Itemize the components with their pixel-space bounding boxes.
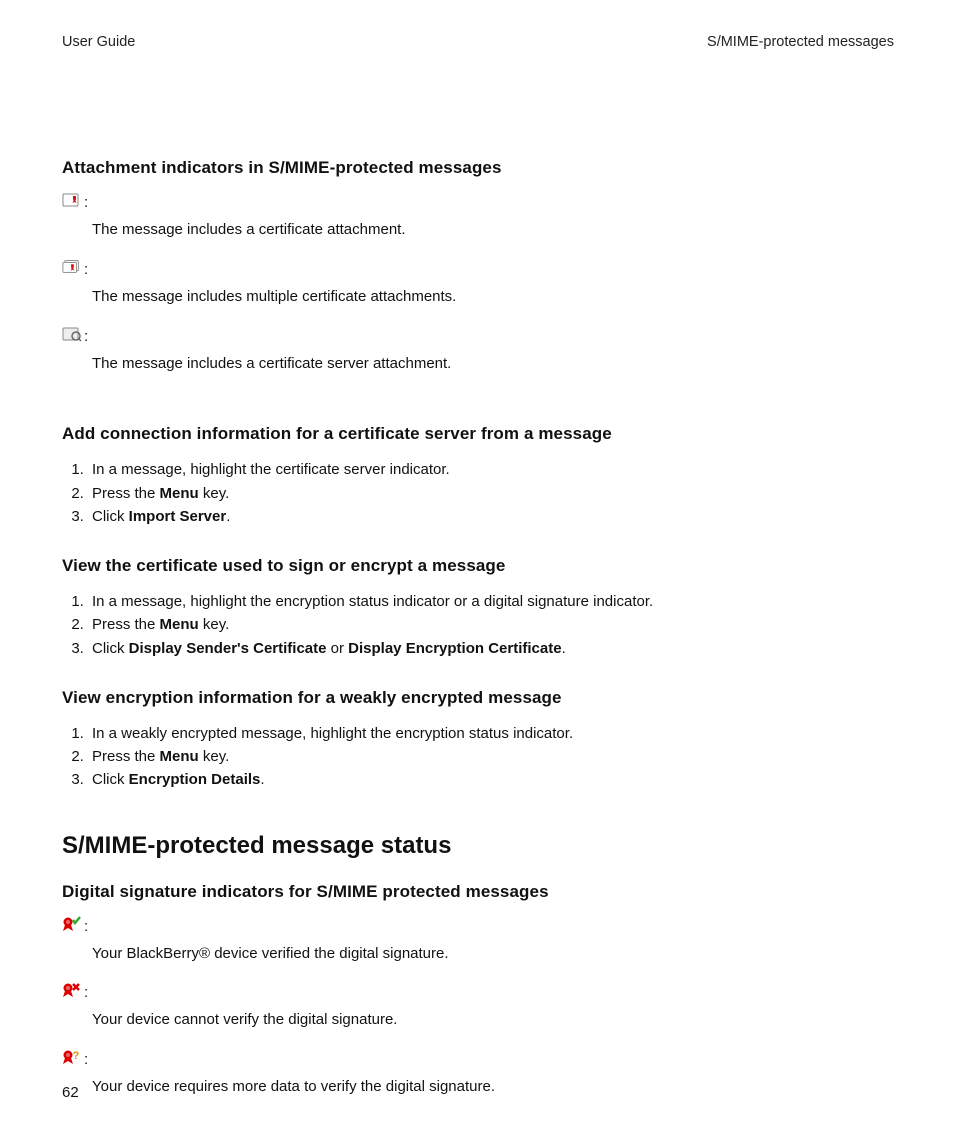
step-text: key. [199, 748, 230, 765]
step-text: In a weakly encrypted message, highlight… [92, 725, 573, 742]
colon: : [84, 328, 88, 345]
heading-attachment-indicators: Attachment indicators in S/MIME-protecte… [62, 158, 894, 178]
step-bold: Menu [160, 485, 199, 502]
step-text: Press the [92, 748, 160, 765]
indicator-head: : [62, 259, 894, 280]
step-item: Click Import Server. [88, 505, 894, 528]
indicator-head: : [62, 192, 894, 213]
step-text: . [260, 771, 264, 788]
svg-text:?: ? [73, 1050, 80, 1062]
document-page: User Guide S/MIME-protected messages Att… [0, 0, 954, 1145]
indicator-desc: Your device cannot verify the digital si… [92, 1009, 894, 1031]
steps-list: In a message, highlight the encryption s… [62, 590, 894, 660]
indicator-desc: The message includes a certificate attac… [92, 219, 894, 241]
step-text: In a message, highlight the certificate … [92, 461, 450, 478]
indicator-head: : [62, 326, 894, 347]
step-bold: Menu [160, 748, 199, 765]
step-bold: Menu [160, 616, 199, 633]
indicator-item: ? : Your device requires more data to ve… [62, 1049, 894, 1098]
indicator-item: : The message includes a certificate att… [62, 192, 894, 241]
steps-list: In a message, highlight the certificate … [62, 458, 894, 528]
colon: : [84, 194, 88, 211]
step-text: or [326, 640, 348, 657]
colon: : [84, 1051, 88, 1068]
colon: : [84, 984, 88, 1001]
step-bold: Display Sender's Certificate [129, 640, 327, 657]
step-item: In a weakly encrypted message, highlight… [88, 722, 894, 745]
step-text: key. [199, 616, 230, 633]
page-number: 62 [62, 1084, 79, 1101]
step-item: Click Encryption Details. [88, 768, 894, 791]
indicator-item: : The message includes multiple certific… [62, 259, 894, 308]
indicator-item: : Your BlackBerry® device verified the d… [62, 916, 894, 965]
step-item: Press the Menu key. [88, 745, 894, 768]
heading-view-certificate: View the certificate used to sign or enc… [62, 556, 894, 576]
steps-list: In a weakly encrypted message, highlight… [62, 722, 894, 792]
heading-add-connection: Add connection information for a certifi… [62, 424, 894, 444]
indicator-desc: Your device requires more data to verify… [92, 1076, 894, 1098]
certificate-server-attachment-icon [62, 326, 82, 347]
heading-message-status: S/MIME-protected message status [62, 832, 894, 860]
step-text: Press the [92, 485, 160, 502]
signature-unverified-icon [62, 982, 82, 1003]
step-bold: Display Encryption Certificate [348, 640, 561, 657]
step-text: In a message, highlight the encryption s… [92, 593, 653, 610]
step-text: . [226, 508, 230, 525]
step-item: Click Display Sender's Certificate or Di… [88, 637, 894, 660]
step-item: Press the Menu key. [88, 482, 894, 505]
header-left: User Guide [62, 34, 135, 50]
step-bold: Import Server [129, 508, 227, 525]
signature-moredata-icon: ? [62, 1049, 82, 1070]
colon: : [84, 261, 88, 278]
step-text: Press the [92, 616, 160, 633]
signature-verified-icon [62, 916, 82, 937]
indicator-head: ? : [62, 1049, 894, 1070]
indicator-item: : The message includes a certificate ser… [62, 326, 894, 375]
indicator-item: : Your device cannot verify the digital … [62, 982, 894, 1031]
colon: : [84, 918, 88, 935]
step-text: Click [92, 771, 129, 788]
indicator-desc: The message includes a certificate serve… [92, 353, 894, 375]
heading-view-encryption: View encryption information for a weakly… [62, 688, 894, 708]
step-item: In a message, highlight the encryption s… [88, 590, 894, 613]
step-bold: Encryption Details [129, 771, 261, 788]
step-text: . [562, 640, 566, 657]
heading-signature-indicators: Digital signature indicators for S/MIME … [62, 882, 894, 902]
indicator-desc: Your BlackBerry® device verified the dig… [92, 943, 894, 965]
running-header: User Guide S/MIME-protected messages [62, 34, 894, 50]
header-right: S/MIME-protected messages [707, 34, 894, 50]
indicator-head: : [62, 916, 894, 937]
multiple-certificate-attachment-icon [62, 259, 82, 280]
step-item: In a message, highlight the certificate … [88, 458, 894, 481]
step-text: key. [199, 485, 230, 502]
indicator-head: : [62, 982, 894, 1003]
step-text: Click [92, 640, 129, 657]
step-item: Press the Menu key. [88, 613, 894, 636]
indicator-desc: The message includes multiple certificat… [92, 286, 894, 308]
step-text: Click [92, 508, 129, 525]
certificate-attachment-icon [62, 192, 82, 213]
